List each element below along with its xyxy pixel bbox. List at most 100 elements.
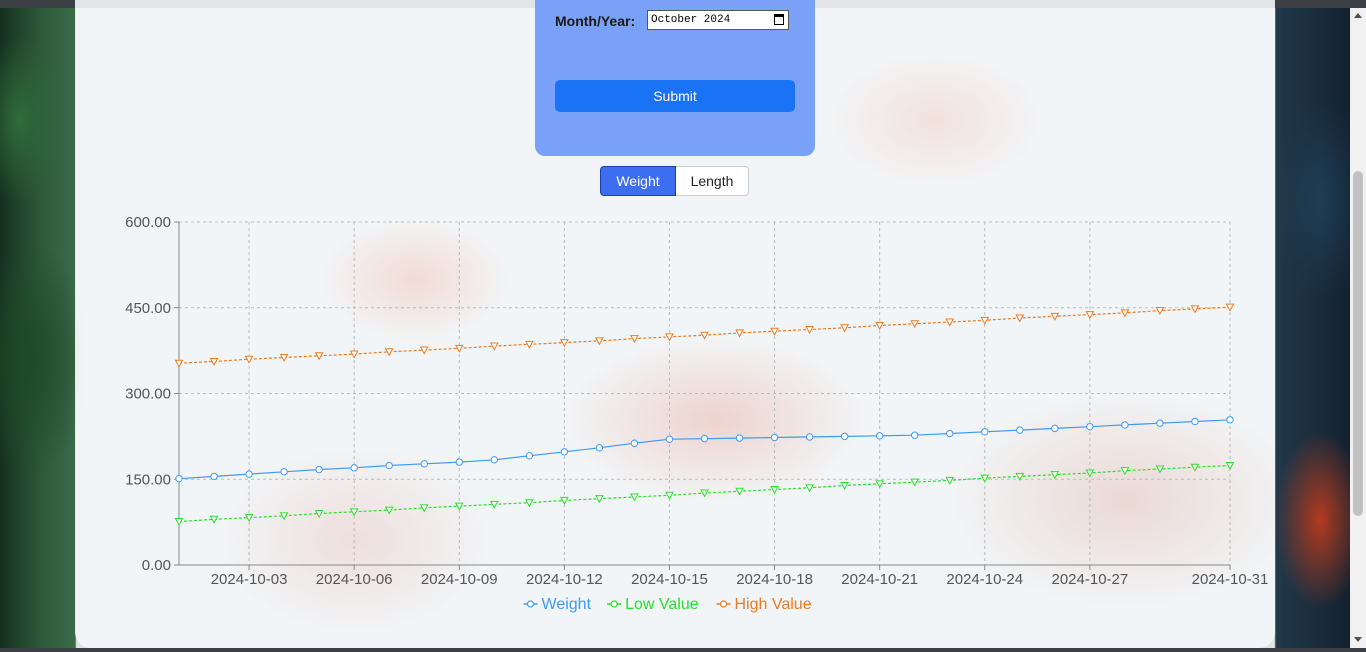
low-value-legend-marker [610, 600, 618, 608]
high-value-point [805, 325, 814, 335]
high-value-point [1015, 314, 1025, 323]
weight-point [770, 433, 779, 442]
y-tick-label: 300.00 [125, 386, 171, 403]
low-value-point [595, 495, 604, 504]
high-value-legend-marker [719, 600, 728, 608]
weight-point [1086, 422, 1094, 431]
low-value-point [945, 476, 955, 485]
weight-point [420, 460, 428, 468]
weight-point [560, 448, 569, 456]
x-tick-label: 2024-10-18 [736, 571, 813, 588]
low-value-point [910, 478, 920, 487]
low-value-point [770, 486, 779, 495]
y-tick-label: 0.00 [142, 557, 171, 574]
high-value-point [840, 324, 849, 333]
low-value-point [805, 484, 814, 493]
x-tick-label: 2024-10-24 [946, 571, 1023, 588]
y-tick-label: 450.00 [125, 300, 171, 317]
weight-point [490, 456, 498, 464]
high-value-point [875, 321, 885, 331]
weight-point [1191, 417, 1199, 426]
weight-point [911, 431, 919, 439]
low-value-point [700, 489, 709, 498]
x-tick-label: 2024-10-09 [421, 571, 498, 588]
weight-point [280, 468, 288, 476]
low-value-point [735, 487, 744, 496]
low-value-point [419, 504, 429, 513]
low-value-point [980, 474, 990, 483]
main-panel: Month/Year: October 2024 Submit Weight L… [75, 0, 1275, 648]
low-value-point [875, 480, 885, 489]
high-value-point [665, 333, 674, 342]
x-tick-label: 2024-10-06 [316, 571, 393, 588]
x-tick-label: 2024-10-15 [631, 571, 708, 588]
high-value-point [630, 335, 639, 344]
weight-point [1051, 424, 1059, 433]
low-value-point [1085, 469, 1095, 478]
weight-point [455, 458, 463, 466]
high-value-point [700, 331, 709, 340]
weight-point [840, 432, 849, 441]
low-value-point [524, 499, 534, 508]
low-value-point [630, 493, 639, 502]
x-tick-label: 2024-10-03 [211, 571, 288, 588]
weight-legend-label: Weight [542, 596, 592, 613]
weight-point [1121, 421, 1129, 429]
weight-point [525, 452, 534, 460]
high-value-point [560, 339, 569, 348]
page-scrollbar[interactable] [1350, 8, 1366, 648]
low-value-point [665, 491, 674, 500]
high-value-point [770, 327, 779, 336]
high-value-point [489, 342, 499, 351]
scroll-up-icon[interactable] [1354, 13, 1362, 18]
low-value-point [1050, 471, 1060, 480]
weight-point [385, 461, 393, 470]
low-value-point [454, 502, 464, 511]
high-value-point [1085, 311, 1095, 320]
low-value-point [840, 482, 849, 491]
weight-point [595, 444, 604, 452]
low-value-point [560, 496, 569, 505]
high-value-point [1120, 309, 1130, 318]
y-tick-label: 600.00 [125, 214, 171, 231]
low-value-point [1120, 467, 1130, 476]
browser-bottom-bar [0, 648, 1366, 652]
low-value-legend-label: Low Value [625, 596, 699, 613]
weight-point [1156, 419, 1164, 427]
weight-line-chart: 0.00 150.00 300.00 450.00 600.00 2024-10-03 20… [125, 214, 1269, 613]
weight-point [630, 439, 639, 447]
high-value-point [945, 318, 955, 327]
weight-point [1226, 416, 1234, 424]
high-value-point [980, 316, 990, 325]
weight-point [875, 432, 884, 440]
weight-point [735, 434, 744, 442]
weight-point [245, 470, 253, 478]
low-value-point [1155, 465, 1165, 474]
high-value-point [454, 344, 464, 353]
high-value-point [419, 346, 429, 355]
weight-point [946, 429, 954, 438]
low-value-point [1015, 472, 1025, 481]
high-value-point [595, 337, 604, 346]
weight-point [315, 465, 323, 474]
high-value-point [1050, 312, 1060, 321]
weight-point [981, 428, 989, 436]
weight-point [210, 472, 218, 481]
scroll-down-icon[interactable] [1354, 637, 1362, 642]
high-value-point [524, 340, 534, 349]
high-value-point [1155, 307, 1165, 316]
x-tick-label: 2024-10-27 [1051, 571, 1128, 588]
scroll-thumb[interactable] [1353, 171, 1363, 516]
high-value-point [910, 320, 920, 329]
weight-point [805, 433, 814, 441]
high-value-point [1190, 305, 1200, 314]
weight-point [665, 435, 674, 443]
weight-point [350, 464, 358, 472]
x-tick-label: 2024-10-31 [1192, 571, 1269, 588]
x-tick-label: 2024-10-12 [526, 571, 603, 588]
weight-series-line [178, 419, 1231, 480]
high-value-point [735, 329, 744, 338]
weight-legend-marker [526, 600, 535, 608]
high-value-legend-label: High Value [735, 596, 812, 613]
weight-point [1016, 426, 1024, 434]
